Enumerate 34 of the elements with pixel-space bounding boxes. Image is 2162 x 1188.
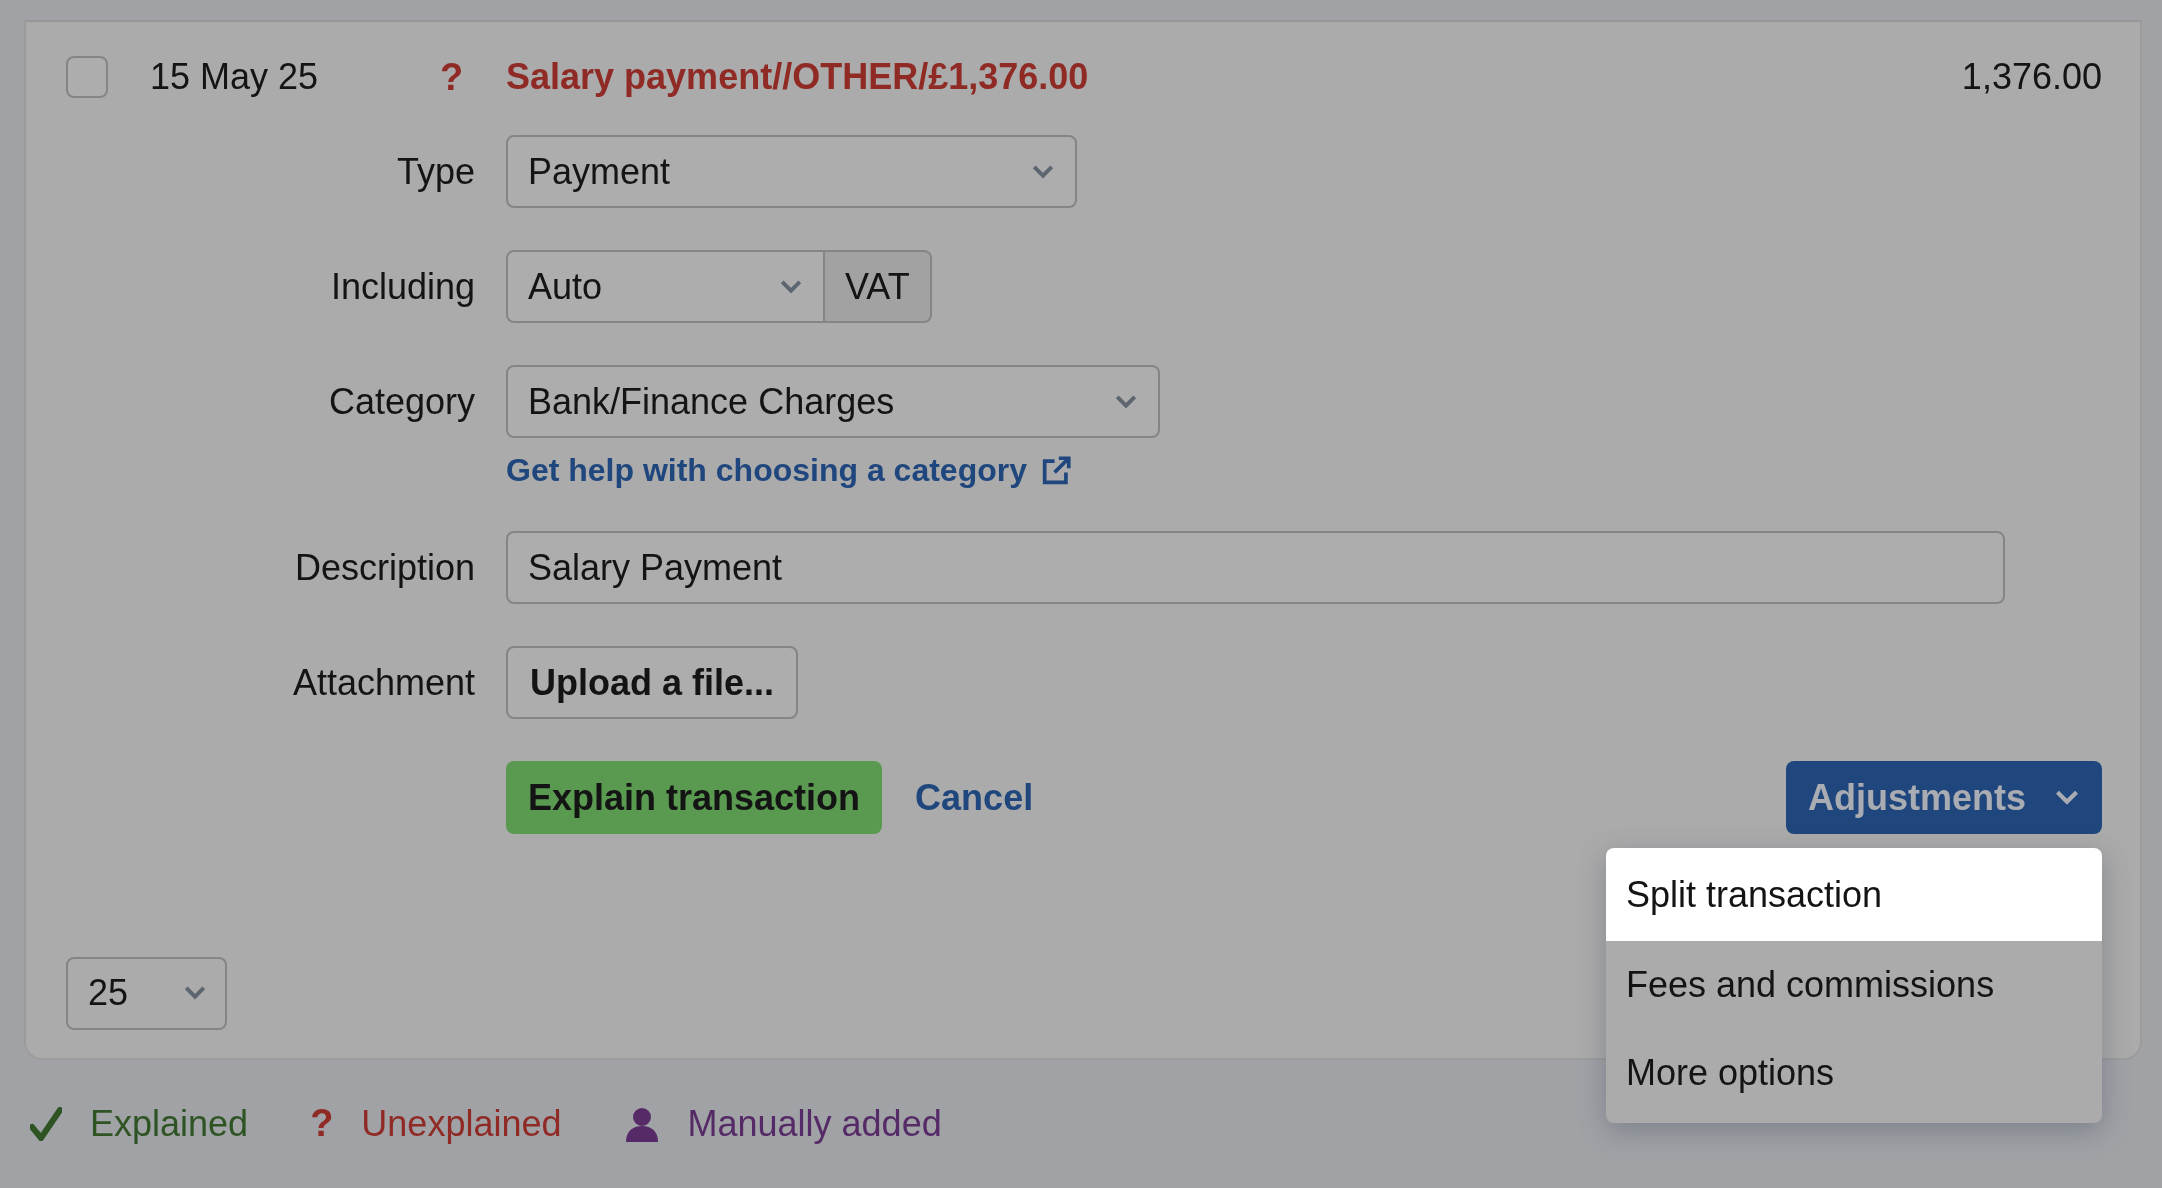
question-mark-icon: ? (440, 55, 506, 99)
menu-item[interactable]: Split transaction (1606, 848, 2102, 941)
transaction-date: 15 May 25 (150, 56, 320, 98)
field-label: Type (395, 150, 475, 194)
page-size-select[interactable]: 25 (66, 956, 227, 1030)
transaction-title: Salary payment//OTHER/£1,376.00 (506, 56, 1090, 98)
chevron-down-icon (1114, 393, 1138, 410)
menu-item[interactable]: Fees and commissions (1606, 941, 2102, 1029)
select-field[interactable]: Payment (506, 135, 1077, 208)
menu-item[interactable]: More options (1606, 1029, 2102, 1117)
addon-label: VAT (825, 250, 932, 323)
field-label: Description (293, 546, 475, 590)
input-field[interactable]: Salary Payment (506, 531, 2005, 604)
question-mark-icon: ? (310, 1102, 334, 1146)
adjustments-button[interactable]: Adjustments (1785, 761, 2102, 834)
legend-label: Manually added (687, 1102, 942, 1145)
help-link[interactable]: Get help with choosing a category (506, 452, 1073, 489)
transaction-amount: 1,376.00 (1961, 56, 2102, 98)
legend-label: Explained (90, 1102, 249, 1145)
field-label: Category (327, 380, 475, 424)
person-icon (623, 1105, 660, 1142)
chevron-down-icon (779, 278, 803, 295)
chevron-down-icon (183, 985, 207, 1001)
select-field[interactable]: Auto (506, 250, 825, 323)
field-label: Including (329, 265, 475, 309)
legend-label: Unexplained (361, 1102, 562, 1145)
upload-button[interactable]: Upload a file... (506, 646, 799, 719)
chevron-down-icon (2054, 789, 2080, 806)
chevron-down-icon (1031, 163, 1055, 180)
select-field[interactable]: Bank/Finance Charges (506, 365, 1160, 438)
explain-button[interactable]: Explain transaction (506, 761, 883, 834)
row-checkbox[interactable] (66, 56, 108, 98)
cancel-link[interactable]: Cancel (915, 776, 1786, 819)
field-label: Attachment (291, 661, 475, 705)
